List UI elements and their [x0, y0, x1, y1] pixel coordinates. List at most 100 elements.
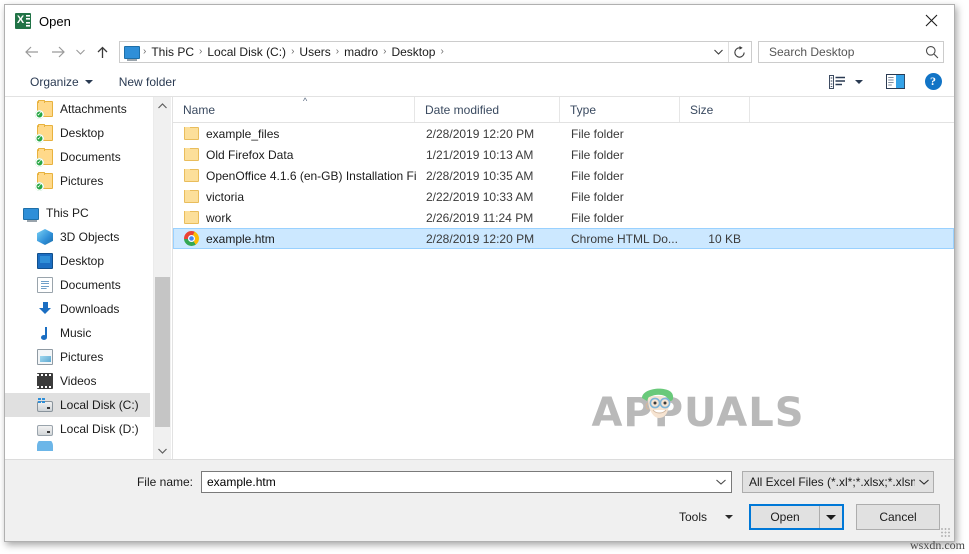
tools-button[interactable]: Tools	[671, 507, 741, 527]
file-type-filter-dropdown[interactable]: All Excel Files (*.xl*;*.xlsx;*.xlsm;	[742, 471, 934, 493]
cell-type: File folder	[571, 147, 624, 162]
search-icon	[926, 45, 939, 59]
table-row[interactable]: victoria 2/22/2019 10:33 AM File folder	[173, 186, 954, 207]
sidebar-item-desktop-onedrive[interactable]: ✓ Desktop	[5, 121, 150, 145]
filename-dropdown-button[interactable]	[711, 472, 731, 492]
sidebar-item-desktop[interactable]: Desktop	[5, 249, 150, 273]
cancel-button[interactable]: Cancel	[856, 504, 940, 530]
back-button[interactable]	[19, 40, 45, 64]
breadcrumb[interactable]: › This PC › Local Disk (C:) › Users › ma…	[119, 41, 752, 63]
tools-label: Tools	[678, 510, 707, 524]
cell-date-modified: 1/21/2019 10:13 AM	[426, 147, 534, 162]
filename-input-wrapper[interactable]	[201, 471, 732, 493]
file-name-label: work	[206, 210, 232, 225]
chevron-down-icon	[919, 479, 929, 485]
up-arrow-icon	[97, 46, 107, 58]
onedrive-folder-synced-icon: ✓	[35, 172, 53, 191]
cell-name: Old Firefox Data	[174, 147, 416, 162]
organize-label: Organize	[30, 74, 79, 89]
3d-objects-icon	[37, 229, 53, 245]
dialog-body: ✓ Attachments ✓ Desktop ✓ Documents ✓ Pi…	[5, 97, 954, 459]
table-row[interactable]: example.htm 2/28/2019 12:20 PM Chrome HT…	[173, 228, 954, 249]
sort-ascending-icon: ^	[303, 97, 308, 106]
organize-button[interactable]: Organize	[23, 72, 100, 92]
cell-date-modified: 2/28/2019 12:20 PM	[426, 126, 535, 141]
network-icon	[37, 441, 53, 451]
recent-locations-button[interactable]	[71, 40, 89, 64]
sidebar-item-3d-objects[interactable]: 3D Objects	[5, 225, 150, 249]
sidebar-item-pictures[interactable]: Pictures	[5, 345, 150, 369]
search-input[interactable]	[767, 44, 926, 60]
column-header-name[interactable]: Name ^	[173, 97, 415, 122]
cell-date-modified: 2/22/2019 10:33 AM	[426, 189, 534, 204]
sidebar-item-this-pc[interactable]: This PC	[5, 201, 150, 225]
sidebar-item-attachments[interactable]: ✓ Attachments	[5, 97, 150, 121]
scroll-up-button[interactable]	[154, 97, 171, 114]
table-row[interactable]: Old Firefox Data 1/21/2019 10:13 AM File…	[173, 144, 954, 165]
table-row[interactable]: work 2/26/2019 11:24 PM File folder	[173, 207, 954, 228]
help-icon: ?	[924, 73, 942, 90]
filter-dropdown-button[interactable]	[915, 472, 933, 492]
chevron-down-icon	[158, 448, 167, 454]
scroll-down-button[interactable]	[154, 442, 171, 459]
refresh-button[interactable]	[728, 42, 749, 62]
sidebar-item-documents[interactable]: Documents	[5, 273, 150, 297]
breadcrumb-dropdown-button[interactable]	[708, 42, 728, 62]
sidebar-item-local-disk-c[interactable]: Local Disk (C:)	[5, 393, 150, 417]
sidebar-item-label: Documents	[60, 150, 121, 164]
change-view-button[interactable]	[824, 71, 850, 93]
view-dropdown-button[interactable]	[850, 71, 868, 93]
column-header-date-modified[interactable]: Date modified	[415, 97, 560, 122]
chevron-down-icon	[713, 49, 723, 55]
sidebar-item-documents-onedrive[interactable]: ✓ Documents	[5, 145, 150, 169]
breadcrumb-item-desktop[interactable]: Desktop	[387, 42, 439, 62]
view-layout-icon	[828, 74, 845, 89]
preview-pane-button[interactable]	[882, 71, 908, 93]
filename-input[interactable]	[202, 474, 711, 490]
cell-type: File folder	[571, 168, 624, 183]
forward-button[interactable]	[45, 40, 71, 64]
help-button[interactable]: ?	[920, 71, 946, 93]
resize-grip-icon[interactable]	[941, 528, 951, 538]
forward-arrow-icon	[52, 46, 65, 58]
breadcrumb-item-madro[interactable]: madro	[340, 42, 382, 62]
search-box[interactable]	[758, 41, 944, 63]
sidebar-item-pictures-onedrive[interactable]: ✓ Pictures	[5, 169, 150, 193]
refresh-icon	[733, 45, 745, 58]
cell-type: File folder	[571, 210, 624, 225]
sidebar-item-label: Pictures	[60, 174, 104, 188]
file-name-label: victoria	[206, 189, 245, 204]
breadcrumb-item-this-pc[interactable]: This PC	[147, 42, 198, 62]
scrollbar-thumb[interactable]	[155, 277, 170, 427]
filename-label: File name:	[136, 475, 193, 489]
up-button[interactable]	[89, 40, 115, 64]
table-row[interactable]: OpenOffice 4.1.6 (en-GB) Installation Fi…	[173, 165, 954, 186]
chevron-down-icon	[84, 79, 93, 84]
chevron-up-icon	[158, 102, 167, 108]
chevron-down-icon	[725, 515, 733, 519]
close-button[interactable]	[908, 5, 954, 36]
sidebar-item-downloads[interactable]: Downloads	[5, 297, 150, 321]
new-folder-label: New folder	[118, 74, 177, 89]
sidebar-item-music[interactable]: Music	[5, 321, 150, 345]
sidebar-item-videos[interactable]: Videos	[5, 369, 150, 393]
music-icon	[37, 325, 53, 341]
table-row[interactable]: example_files 2/28/2019 12:20 PM File fo…	[173, 123, 954, 144]
column-header-row: Name ^ Date modified Type Size	[173, 97, 954, 123]
sidebar-item-partial[interactable]	[5, 441, 150, 451]
open-button[interactable]: Open	[751, 506, 819, 528]
preview-pane-icon	[885, 74, 905, 89]
footer-buttons: Tools Open Cancel	[671, 504, 940, 530]
sidebar-item-local-disk-d[interactable]: Local Disk (D:)	[5, 417, 150, 441]
file-name-label: example_files	[206, 126, 280, 141]
breadcrumb-item-local-disk-c[interactable]: Local Disk (C:)	[203, 42, 290, 62]
new-folder-button[interactable]: New folder	[112, 72, 183, 92]
sidebar-scrollbar[interactable]	[153, 97, 171, 459]
breadcrumb-item-users[interactable]: Users	[295, 42, 334, 62]
column-header-type[interactable]: Type	[560, 97, 680, 122]
open-split-button[interactable]: Open	[749, 504, 844, 530]
chevron-down-icon	[855, 79, 863, 84]
column-header-size[interactable]: Size	[680, 97, 750, 122]
open-dropdown-button[interactable]	[819, 506, 842, 528]
